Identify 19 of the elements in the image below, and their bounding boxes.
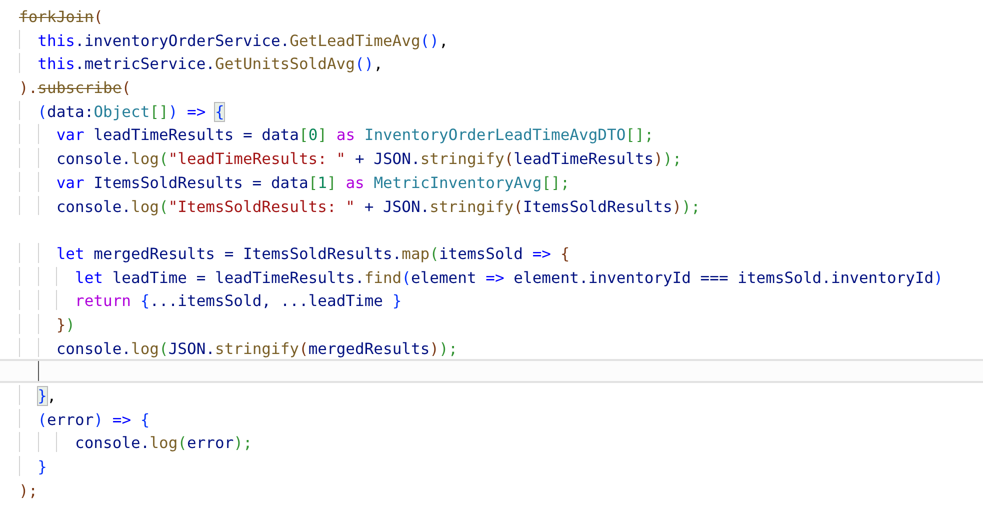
code-line: var leadTimeResults = data[0] as InventoryOrderLeadTimeAvgDTO[];: [55, 126, 654, 144]
code-line: this.inventoryOrderService.GetLeadTimeAvg(),: [36, 32, 448, 50]
code-line: return {...itemsSold, ...leadTime }: [74, 292, 402, 310]
code-line: let leadTime = leadTimeResults.find(element => element.inventoryId === itemsSold.inventoryId): [74, 268, 943, 287]
text-cursor: [38, 361, 39, 381]
code-line: forkJoin(: [19, 8, 103, 26]
code-line: }: [36, 458, 48, 476]
code-line: this.metricService.GetUnitsSoldAvg(),: [36, 55, 383, 74]
code-line: let mergedResults = ItemsSoldResults.map(itemsSold => {: [55, 244, 570, 263]
code-line: console.log(error);: [74, 434, 252, 452]
code-line: ).subscribe(: [19, 79, 132, 98]
code-line: (data:Object[]) => {: [36, 102, 224, 121]
code-line: var ItemsSoldResults = data[1] as MetricInventoryAvg[];: [55, 174, 570, 192]
code-line: }): [55, 316, 76, 334]
code-line: console.log(JSON.stringify(mergedResults));: [55, 340, 458, 358]
code-line: );: [19, 482, 38, 500]
code-line: console.log("ItemsSoldResults: " + JSON.stringify(ItemsSoldResults));: [55, 198, 700, 216]
code-line: console.log("leadTimeResults: " + JSON.stringify(leadTimeResults));: [55, 150, 682, 168]
code-line: (error) => {: [36, 410, 150, 429]
